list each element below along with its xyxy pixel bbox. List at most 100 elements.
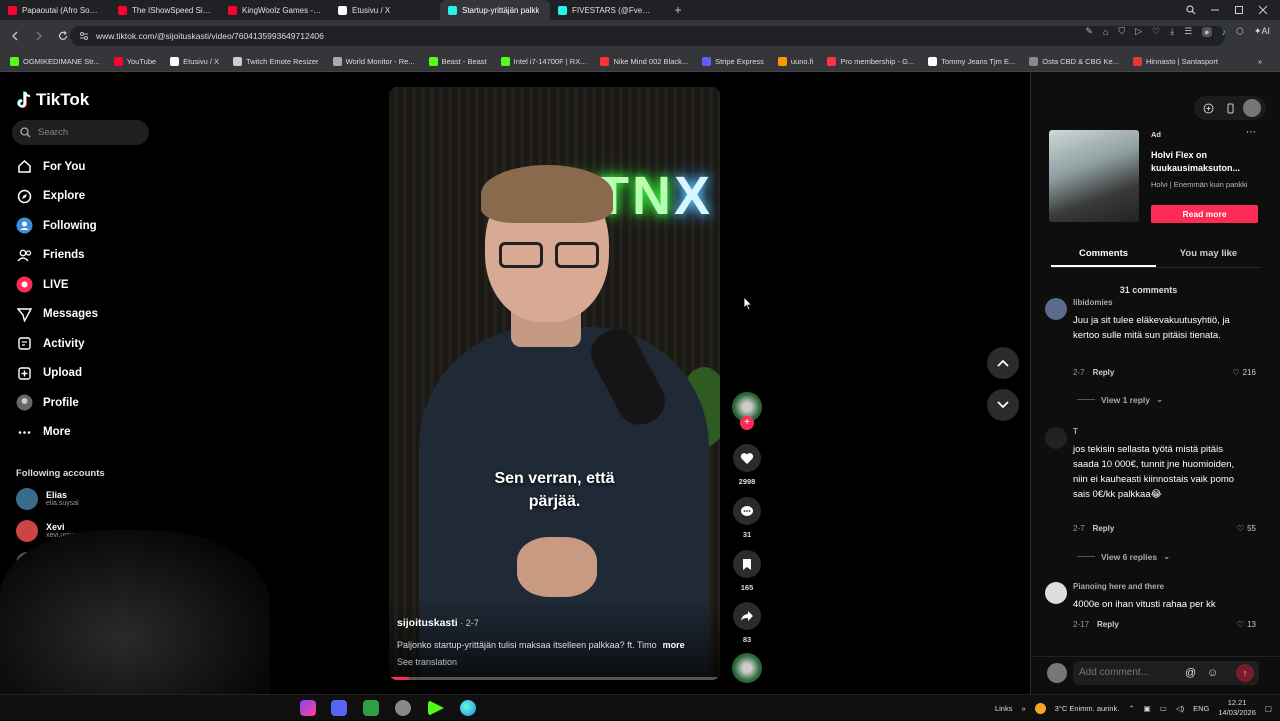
bookmark-item[interactable]: Etusivu / X — [170, 57, 219, 66]
close-window-icon[interactable] — [1258, 5, 1268, 15]
expand-links-icon[interactable]: » — [1021, 704, 1025, 713]
more-link[interactable]: more — [663, 640, 685, 650]
view-replies-button[interactable]: View 1 reply ⌄ — [1077, 394, 1163, 405]
tray-chevron-icon[interactable]: ⌃ — [1128, 704, 1134, 713]
weather-icon[interactable] — [1034, 702, 1046, 714]
video-author[interactable]: sijoituskasti · 2-7 — [397, 617, 479, 629]
commenter-avatar[interactable] — [1045, 427, 1067, 449]
sidebar-item-following[interactable]: Following — [16, 217, 97, 234]
volume-icon[interactable]: ◁) — [1176, 704, 1184, 713]
see-translation-link[interactable]: See translation — [397, 657, 457, 667]
comment-like-button[interactable]: ♡ 55 — [1237, 524, 1256, 533]
device-icon[interactable] — [1221, 99, 1239, 117]
play-icon[interactable]: ▷ — [1135, 26, 1142, 37]
read-more-button[interactable]: Read more — [1151, 205, 1258, 223]
bookmark-item[interactable]: Beast - Beast — [428, 57, 487, 66]
search-input[interactable]: Search — [12, 120, 149, 145]
tray-app-icon[interactable]: ▣ — [1144, 704, 1151, 713]
download-icon[interactable]: ⤓ — [1170, 26, 1174, 37]
minimize-icon[interactable] — [1210, 5, 1220, 15]
following-account[interactable]: Elias elia.suysal — [16, 488, 79, 510]
comment-username[interactable]: T — [1073, 427, 1078, 436]
sidebar-item-upload[interactable]: Upload — [16, 365, 82, 382]
like-button[interactable]: 2998 — [732, 444, 762, 486]
browser-tab[interactable]: Startup-yrittäjän palkk — [440, 0, 550, 20]
search-tabs-icon[interactable] — [1186, 5, 1196, 15]
ai-icon[interactable]: ✦AI — [1254, 26, 1270, 37]
ad-thumbnail[interactable] — [1049, 130, 1139, 222]
video-player[interactable]: STNX Sen verran, että pärjää. sijoituska… — [389, 87, 720, 680]
sidebar-item-profile[interactable]: Profile — [16, 394, 79, 411]
coins-icon[interactable] — [1199, 99, 1217, 117]
bookmark-item[interactable]: Osta CBD & CBG Ke... — [1029, 57, 1119, 66]
share-button[interactable]: 83 — [732, 602, 762, 644]
menu-icon[interactable]: ☰ — [1184, 26, 1192, 37]
tiktok-ext-icon[interactable]: ♪ — [1222, 27, 1227, 37]
follow-plus-icon[interactable]: + — [740, 416, 754, 430]
bookmark-item[interactable]: Hinnasto | Santasport — [1132, 57, 1218, 66]
bookmark-item[interactable]: Pro membership - G... — [827, 57, 914, 66]
sidebar-item-more[interactable]: More — [16, 424, 70, 441]
music-disc[interactable] — [732, 653, 762, 683]
save-button[interactable]: 165 — [732, 550, 762, 592]
taskbar-app-icon[interactable] — [363, 700, 379, 716]
bookmark-item[interactable]: Nike Mind 002 Black... — [600, 57, 688, 66]
comment-username[interactable]: libidomies — [1073, 298, 1113, 307]
reply-button[interactable]: Reply — [1093, 368, 1115, 377]
commenter-avatar[interactable] — [1045, 298, 1067, 320]
comment-like-button[interactable]: ♡ 13 — [1237, 620, 1256, 629]
tiktok-logo[interactable]: TikTok — [16, 90, 89, 110]
ad-title[interactable]: Holvi Flex on kuukausimaksuton... — [1151, 149, 1256, 175]
browser-tab[interactable]: Papaoutai (Afro Soul) - Yo — [0, 0, 110, 20]
profile-icon[interactable]: ● — [1202, 26, 1212, 37]
comment-like-button[interactable]: ♡ 216 — [1232, 368, 1256, 377]
add-comment-input[interactable]: Add comment... — [1073, 661, 1259, 685]
view-replies-button[interactable]: View 6 replies ⌄ — [1077, 551, 1170, 562]
url-field[interactable]: www.tiktok.com/@sijoituskasti/video/7604… — [70, 26, 1225, 46]
send-comment-button[interactable]: ↑ — [1236, 664, 1254, 682]
previous-video-button[interactable] — [987, 347, 1019, 379]
discord-icon[interactable] — [331, 700, 347, 716]
bookmark-item[interactable]: Intel i7-14700F | RX... — [500, 57, 586, 66]
bookmark-item[interactable]: World Monitor - Re... — [332, 57, 415, 66]
edit-icon[interactable]: ✎ — [1085, 26, 1093, 37]
new-tab-button[interactable]: + — [668, 0, 688, 20]
taskbar-app-icon[interactable] — [395, 700, 411, 716]
extensions-icon[interactable]: ⬡ — [1236, 26, 1244, 37]
browser-tab[interactable]: Etusivu / X — [330, 0, 440, 20]
browser-tab[interactable]: KingWoolz Games - YouT — [220, 0, 330, 20]
video-progress-bar[interactable] — [389, 677, 720, 680]
sidebar-item-messages[interactable]: Messages — [16, 306, 98, 323]
bookmark-item[interactable]: OGMIKEDIMANE Str... — [10, 57, 100, 66]
sidebar-item-friends[interactable]: Friends — [16, 247, 85, 264]
sidebar-item-explore[interactable]: Explore — [16, 188, 85, 205]
favorite-icon[interactable]: ♡ — [1152, 26, 1160, 37]
tab-comments[interactable]: Comments — [1051, 242, 1156, 267]
browser-tab[interactable]: The IShowSpeed Situation — [110, 0, 220, 20]
edge-icon[interactable] — [460, 700, 476, 716]
bookmark-item[interactable]: uuno.fi — [777, 57, 813, 66]
bookmark-item[interactable]: YouTube — [113, 57, 156, 66]
commenter-avatar[interactable] — [1045, 582, 1067, 604]
bookmark-item[interactable]: Tommy Jeans Tjm E... — [928, 57, 1015, 66]
shield-icon[interactable]: ⛉ — [1118, 26, 1125, 37]
creator-avatar[interactable]: + — [732, 392, 762, 430]
sidebar-item-live[interactable]: LIVE — [16, 276, 69, 293]
reply-button[interactable]: Reply — [1093, 524, 1115, 533]
clock[interactable]: 12.21 14/03/2026 — [1218, 698, 1256, 718]
network-icon[interactable]: ▭ — [1160, 704, 1167, 713]
notifications-icon[interactable]: ▢ — [1265, 704, 1272, 713]
site-info-icon[interactable] — [79, 31, 89, 41]
author-name[interactable]: sijoituskasti — [397, 617, 458, 629]
reply-button[interactable]: Reply — [1097, 620, 1119, 629]
taskbar-app-icon[interactable] — [428, 700, 444, 716]
camera-icon[interactable]: ⌂ — [1103, 27, 1108, 37]
weather-text[interactable]: 3°C Enimm. aurink. — [1055, 704, 1120, 713]
forward-icon[interactable] — [28, 25, 50, 47]
sidebar-item-for-you[interactable]: For You — [16, 158, 85, 175]
taskbar-app-icon[interactable] — [300, 700, 316, 716]
bookmark-item[interactable]: Stripe Express — [702, 57, 764, 66]
sidebar-item-activity[interactable]: Activity — [16, 335, 85, 352]
language-indicator[interactable]: ENG — [1193, 704, 1209, 713]
browser-tab[interactable]: FIVESTARS (@Fvestrs) | Tik — [550, 0, 660, 20]
